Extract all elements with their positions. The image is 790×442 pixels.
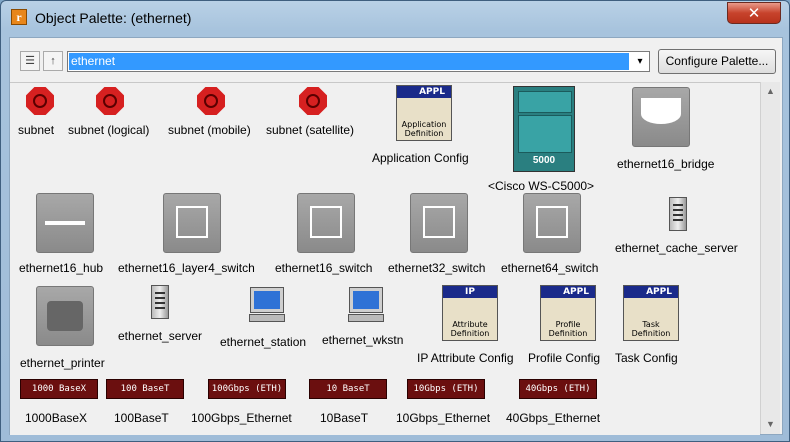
configure-palette-button[interactable]: Configure Palette... [658,49,776,74]
item-label: IP Attribute Config [417,351,514,365]
item-label: 100Gbps_Ethernet [191,411,292,425]
item-label: ethernet16_hub [19,261,104,275]
appl-header: APPL [624,286,678,298]
item-label: ethernet_printer [20,356,105,370]
appl-caption: Profile Definition [548,320,588,338]
item-label: 10Gbps_Ethernet [396,411,491,425]
hub-icon [36,193,94,253]
switch-icon [523,193,581,253]
task-definition-icon: APPL Task Definition [623,285,679,341]
item-label: ethernet_server [118,329,203,343]
subnet-mobile-icon [197,87,225,115]
item-label: subnet (satellite) [266,123,355,137]
up-folder-icon[interactable]: ↑ [43,51,63,71]
item-label: Application Config [372,151,469,165]
item-label: Task Config [615,351,678,365]
item-label: 40Gbps_Ethernet [506,411,601,425]
link-icon: 10Gbps (ETH) [407,379,485,399]
scroll-down-icon[interactable]: ▼ [762,416,779,433]
attribute-definition-icon: IP Attribute Definition [442,285,498,341]
item-label: ethernet64_switch [501,261,599,275]
window-title: Object Palette: (ethernet) [35,10,192,26]
list-view-icon[interactable]: ☰ [20,51,40,71]
link-icon: 100 BaseT [106,379,184,399]
item-label: ethernet32_switch [388,261,486,275]
appl-caption: Task Definition [631,320,671,338]
server-icon [669,197,687,231]
ip-caption: Attribute Definition [450,320,490,338]
scroll-up-icon[interactable]: ▲ [762,83,779,100]
item-label: 1000BaseX [25,411,88,425]
item-label: ethernet_cache_server [615,241,738,255]
item-label: 100BaseT [114,411,169,425]
vertical-scrollbar[interactable]: ▲ ▼ [760,82,780,434]
appl-caption: Application Definition [401,120,447,138]
monitor-icon [349,287,383,313]
keyboard-icon [348,314,384,322]
application-definition-icon: APPL Application Definition [396,85,452,141]
close-button[interactable]: ✕ [727,2,781,24]
item-label: ethernet16_switch [275,261,373,275]
server-icon [151,285,169,319]
link-icon: 40Gbps (ETH) [519,379,597,399]
keyboard-icon [249,314,285,322]
item-label: <Cisco WS-C5000> [488,179,595,193]
chevron-down-icon[interactable]: ▾ [631,52,649,71]
bridge-icon [632,87,690,147]
appl-header: APPL [541,286,595,298]
item-label: ethernet_station [220,335,307,349]
palette-select-value[interactable]: ethernet [69,53,629,70]
layer4-switch-icon [163,193,221,253]
item-label: ethernet_wkstn [322,333,404,347]
printer-icon [36,286,94,346]
ip-header: IP [443,286,497,298]
profile-definition-icon: APPL Profile Definition [540,285,596,341]
item-label: subnet [18,123,55,137]
monitor-icon [250,287,284,313]
palette-select[interactable]: ethernet ▾ [67,51,650,72]
object-palette-window: r Object Palette: (ethernet) ✕ ☰ ↑ ether… [0,0,790,442]
link-icon: 1000 BaseX [20,379,98,399]
item-label: subnet (logical) [68,123,150,137]
subnet-satellite-icon [299,87,327,115]
link-icon: 10 BaseT [309,379,387,399]
switch-icon [297,193,355,253]
close-icon: ✕ [747,4,761,22]
appl-header: APPL [397,86,451,98]
app-icon: r [11,9,27,25]
palette-content: ☰ ↑ ethernet ▾ Configure Palette... subn… [9,37,783,435]
item-label: 10BaseT [320,411,369,425]
item-label: ethernet16_layer4_switch [118,261,255,275]
cisco-switch-icon: 5000 [513,86,575,172]
cisco-model-label: 5000 [532,155,556,166]
palette-items: subnet subnet (logical) subnet (mobile) … [10,82,760,435]
item-label: ethernet16_bridge [617,157,715,171]
subnet-logical-icon [96,87,124,115]
switch-icon [410,193,468,253]
link-icon: 100Gbps (ETH) [208,379,286,399]
subnet-icon [26,87,54,115]
item-label: subnet (mobile) [168,123,251,137]
title-bar[interactable]: r Object Palette: (ethernet) ✕ [1,1,789,35]
item-label: Profile Config [528,351,601,365]
